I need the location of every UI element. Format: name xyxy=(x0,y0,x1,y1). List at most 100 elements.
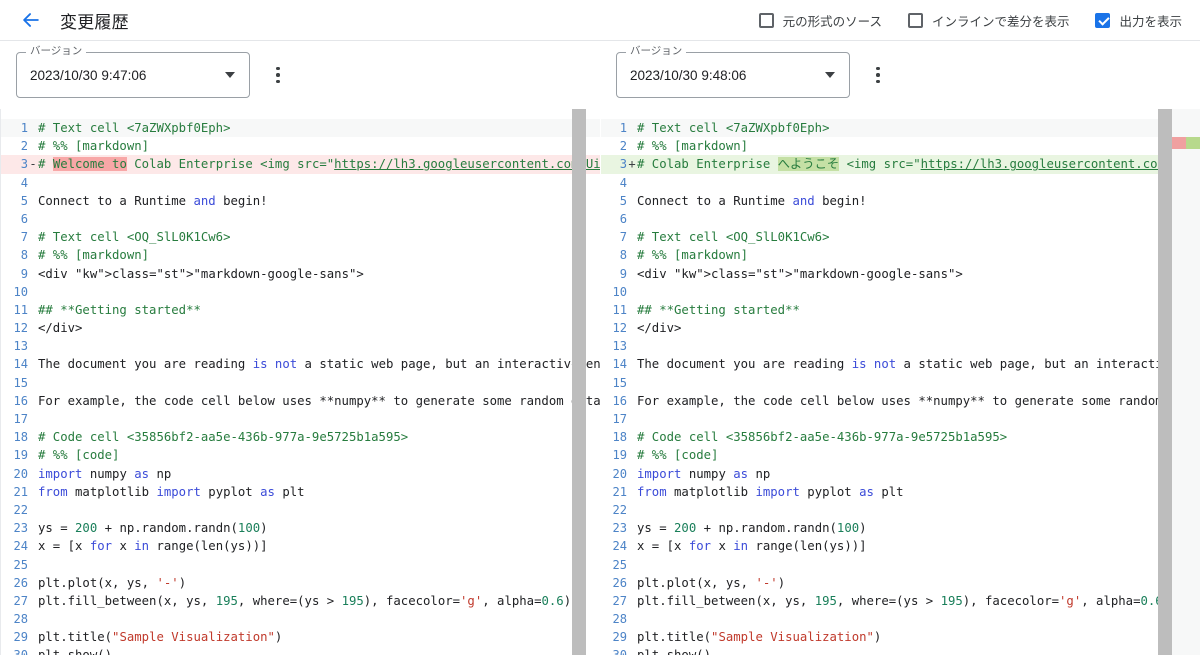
line-number: 5 xyxy=(20,193,28,208)
diff-line: 12 </div> xyxy=(600,319,1200,337)
diff-line: 21 from matplotlib import pyplot as plt xyxy=(600,483,1200,501)
line-number: 17 xyxy=(612,412,627,426)
version-select-left-legend: バージョン xyxy=(26,46,87,57)
line-number: 22 xyxy=(13,502,28,517)
line-number: 10 xyxy=(13,284,28,299)
diff-code-right[interactable]: 1 # Text cell <7aZWXpbf0Eph> 2 # %% [markdo… xyxy=(600,119,1200,655)
line-number: 19 xyxy=(13,448,28,463)
overview-marker-added[interactable] xyxy=(1186,137,1200,149)
diff-line: 20 import numpy as np xyxy=(1,465,600,483)
line-source: # Text cell <7aZWXpbf0Eph> xyxy=(637,121,830,135)
line-number: 1 xyxy=(619,121,627,135)
checkbox-box-original-source[interactable] xyxy=(758,12,774,28)
diff-marker: + xyxy=(628,157,636,172)
line-number: 9 xyxy=(619,266,627,281)
checkbox-box-show-output[interactable] xyxy=(1095,12,1111,28)
diff-line: 7 # Text cell <OQ_SlL0K1Cw6> xyxy=(1,228,600,246)
diff-pane-right: 1 # Text cell <7aZWXpbf0Eph> 2 # %% [markdo… xyxy=(600,109,1200,655)
diff-line: 18 # Code cell <35856bf2-aa5e-436b-977a-9… xyxy=(600,428,1200,446)
diff-line: 30 plt.show() xyxy=(1,646,600,655)
checkbox-inline-diff[interactable]: インラインで差分を表示 xyxy=(907,11,1069,30)
diff-line: 23 ys = 200 + np.random.randn(100) xyxy=(1,519,600,537)
line-number: 18 xyxy=(612,430,627,445)
diff-line: 16 For example, the code cell below uses … xyxy=(600,392,1200,410)
line-number: 7 xyxy=(20,230,28,245)
scrollbar-thumb-right[interactable] xyxy=(1158,109,1172,655)
line-number: 25 xyxy=(612,557,627,572)
diff-line: 8 # %% [markdown] xyxy=(1,246,600,264)
line-number: 2 xyxy=(20,139,28,154)
line-number: 14 xyxy=(612,357,627,372)
diff-viewer: 1 # Text cell <7aZWXpbf0Eph> 2 # %% [markdo… xyxy=(0,109,1200,655)
line-source: x = [x for x in range(len(ys))] xyxy=(637,539,867,554)
line-source: from matplotlib import pyplot as plt xyxy=(637,484,904,499)
version-menu-left-button[interactable] xyxy=(264,57,292,93)
line-number: 14 xyxy=(13,357,28,372)
diff-line: 22 xyxy=(600,501,1200,519)
version-select-right-value: 2023/10/30 9:48:06 xyxy=(630,67,747,83)
scrollbar-left[interactable] xyxy=(572,109,586,655)
diff-line: 1 # Text cell <7aZWXpbf0Eph> xyxy=(1,119,600,138)
diff-line: 12 </div> xyxy=(1,319,600,337)
line-number: 9 xyxy=(20,266,28,281)
line-source: # Text cell <OQ_SlL0K1Cw6> xyxy=(38,230,231,245)
line-number: 6 xyxy=(619,211,627,226)
checkbox-original-source[interactable]: 元の形式のソース xyxy=(758,11,882,30)
more-vert-icon-dot xyxy=(876,66,880,71)
scrollbar-right[interactable] xyxy=(1158,109,1172,655)
line-number: 5 xyxy=(619,193,627,208)
diff-marker: - xyxy=(29,157,37,172)
line-source: # %% [markdown] xyxy=(38,139,150,154)
chevron-down-icon[interactable] xyxy=(825,72,835,78)
line-source: </div> xyxy=(38,321,83,336)
line-number: 7 xyxy=(619,230,627,245)
app-header: 変更履歴 元の形式のソース インラインで差分を表示 出力を表示 xyxy=(0,0,1200,41)
line-source: ## **Getting started** xyxy=(637,302,800,317)
version-select-left-value: 2023/10/30 9:47:06 xyxy=(30,67,147,83)
checkbox-box-inline-diff[interactable] xyxy=(907,12,923,28)
more-vert-icon-dot xyxy=(276,73,280,77)
pane-divider xyxy=(600,109,601,655)
line-source: # Welcome to Colab Enterprise <img src="… xyxy=(38,157,600,172)
diff-line: 5 Connect to a Runtime and begin! xyxy=(600,192,1200,210)
diff-line: 4 xyxy=(1,174,600,192)
version-toolbar-right: バージョン 2023/10/30 9:48:06 xyxy=(600,41,1200,109)
diff-line: 22 xyxy=(1,501,600,519)
line-number: 6 xyxy=(20,211,28,226)
line-source: <div "kw">class="st">"markdown-google-sa… xyxy=(38,266,364,281)
checkbox-show-output[interactable]: 出力を表示 xyxy=(1095,11,1182,30)
line-number: 30 xyxy=(1,646,29,655)
line-source: # Colab Enterprise へようこそ <img src="https… xyxy=(637,157,1200,172)
diff-line: 2 # %% [markdown] xyxy=(600,137,1200,155)
diff-code-left[interactable]: 1 # Text cell <7aZWXpbf0Eph> 2 # %% [markdo… xyxy=(1,119,600,655)
line-number: 10 xyxy=(612,284,627,299)
line-source: ys = 200 + np.random.randn(100) xyxy=(637,521,867,536)
line-number: 26 xyxy=(612,575,627,590)
line-number: 12 xyxy=(612,321,627,336)
diff-line: 13 xyxy=(1,337,600,355)
line-number: 30 xyxy=(600,646,628,655)
line-number: 18 xyxy=(13,430,28,445)
line-source: # %% [markdown] xyxy=(38,248,150,263)
scrollbar-thumb-left[interactable] xyxy=(572,109,586,655)
line-source: x = [x for x in range(len(ys))] xyxy=(38,539,268,554)
version-select-left[interactable]: バージョン 2023/10/30 9:47:06 xyxy=(16,46,250,98)
diff-overview-ruler[interactable] xyxy=(1172,109,1200,655)
version-select-right[interactable]: バージョン 2023/10/30 9:48:06 xyxy=(616,46,850,98)
line-source: </div> xyxy=(637,321,682,336)
line-number: 24 xyxy=(612,539,627,554)
diff-line: 17 xyxy=(1,410,600,428)
line-source: # %% [code] xyxy=(38,448,120,463)
diff-line: 9 <div "kw">class="st">"markdown-google-s… xyxy=(600,265,1200,283)
version-menu-right-button[interactable] xyxy=(864,57,892,93)
diff-line: 11 ## **Getting started** xyxy=(600,301,1200,319)
chevron-down-icon[interactable] xyxy=(225,72,235,78)
diff-line: 27 plt.fill_between(x, ys, 195, where=(ys… xyxy=(1,592,600,610)
back-button[interactable] xyxy=(14,3,48,37)
line-number: 2 xyxy=(619,139,627,154)
diff-line: 19 # %% [code] xyxy=(1,446,600,464)
line-source: The document you are reading is not a st… xyxy=(38,357,600,372)
overview-marker-deleted[interactable] xyxy=(1172,137,1186,149)
line-number: 28 xyxy=(612,612,627,627)
checkbox-label-original-source: 元の形式のソース xyxy=(782,14,882,29)
